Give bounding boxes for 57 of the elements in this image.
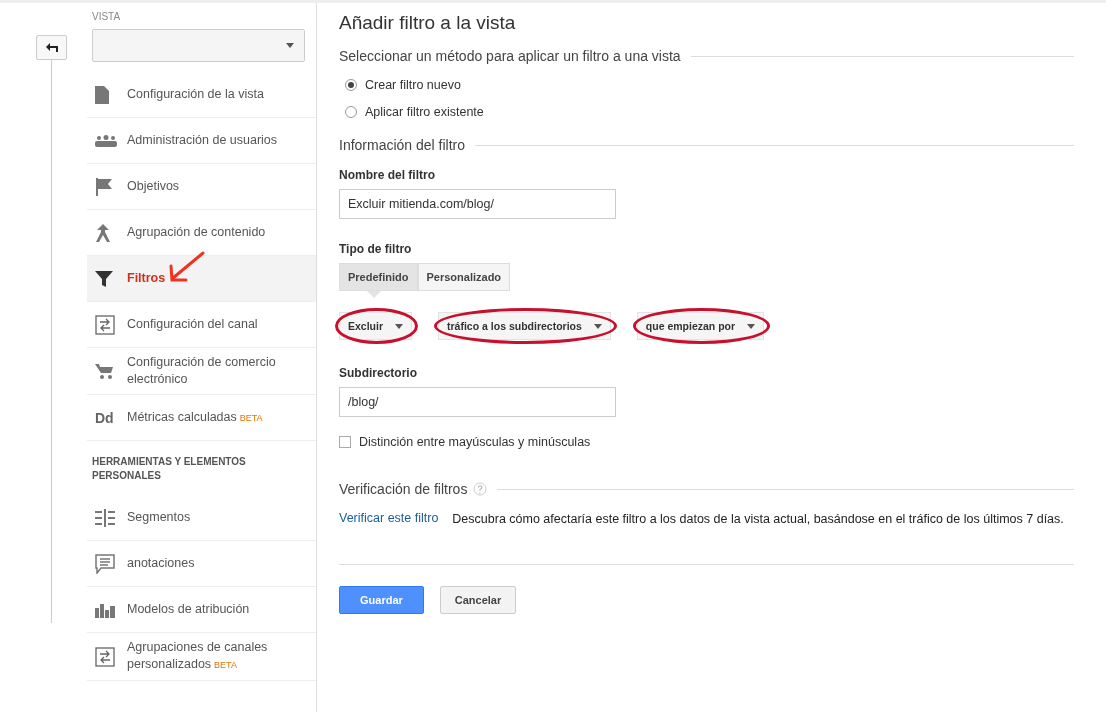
help-icon: [473, 482, 488, 496]
swap-arrows-icon: [95, 646, 115, 667]
swap-arrows-icon: [95, 314, 115, 335]
sidebar-item[interactable]: Objetivos: [87, 164, 316, 210]
document-icon: [95, 85, 109, 104]
caret-icon: [593, 323, 602, 329]
checkbox-option[interactable]: Distinción entre mayúsculas y minúsculas: [339, 435, 1074, 449]
flag-icon: [95, 177, 113, 196]
radio-option[interactable]: Aplicar filtro existente: [345, 105, 1074, 119]
section-heading: HERRAMIENTAS Y ELEMENTOS PERSONALES: [91, 455, 247, 483]
sidebar-item[interactable]: Configuración de la vista: [87, 72, 316, 118]
back-button[interactable]: [36, 35, 67, 60]
sidebar-item[interactable]: Segmentos: [87, 495, 316, 541]
sidebar-item[interactable]: anotaciones: [87, 541, 316, 587]
sidebar-item[interactable]: Dd Métricas calculadas BETA: [87, 395, 316, 441]
filter-type-tab[interactable]: Predefinido: [339, 263, 418, 291]
sidebar-item[interactable]: Filtros: [87, 256, 316, 302]
filter-dropdown[interactable]: tráfico a los subdirectorios: [438, 312, 611, 340]
people-icon: [95, 134, 117, 147]
tab-pointer: [367, 291, 381, 298]
sidebar-item[interactable]: Agrupaciones de canales personalizados BETA: [87, 633, 316, 681]
caret-icon: [395, 323, 404, 329]
sidebar-item[interactable]: Configuración de comercio electrónico: [87, 348, 316, 395]
comment-icon: [95, 553, 115, 574]
section-heading: Información del filtro: [339, 137, 466, 153]
back-arrow-icon: [44, 42, 59, 53]
page-title: Añadir filtro a la vista: [339, 12, 517, 34]
radio-option[interactable]: Crear filtro nuevo: [345, 78, 1074, 92]
field-label: Nombre del filtro: [339, 168, 436, 182]
item-icon-text: Dd: [95, 409, 114, 426]
section-label: VISTA: [92, 11, 122, 22]
caret-icon: [286, 43, 294, 48]
cart-icon: [95, 363, 113, 379]
field-label: Subdirectorio: [339, 366, 418, 380]
sidebar-item[interactable]: Administración de usuarios: [87, 118, 316, 164]
view-dropdown[interactable]: [92, 29, 305, 62]
beta-label: BETA: [239, 412, 263, 423]
verify-filter-link[interactable]: Verificar este filtro: [339, 511, 439, 528]
filter-icon: [95, 270, 113, 287]
filter-dropdown[interactable]: que empiezan por: [636, 312, 765, 340]
segments-icon: [95, 508, 115, 527]
field-label: Tipo de filtro: [339, 242, 413, 256]
bar-chart-icon: [95, 601, 115, 618]
caret-icon: [747, 323, 756, 329]
cancel-button[interactable]: Cancelar: [439, 586, 517, 614]
section-heading: Seleccionar un método para aplicar un filtro a una vista: [339, 48, 681, 64]
verify-description: Descubra cómo afectaría este filtro a los datos de la vista actual, basándose en el tráfico de los últimos 7 días.: [452, 511, 1064, 528]
filter-dropdown[interactable]: Excluir: [339, 312, 413, 340]
filter-type-tab[interactable]: Personalizado: [417, 263, 511, 291]
section-heading: Verificación de filtros: [339, 481, 468, 497]
sidebar-item[interactable]: Configuración del canal: [87, 302, 316, 348]
beta-label: BETA: [214, 660, 237, 670]
merge-arrow-icon: [95, 223, 111, 242]
subdirectory-field[interactable]: /blog/: [339, 387, 616, 417]
filter-name-field[interactable]: Excluir mitienda.com/blog/: [339, 189, 616, 219]
sidebar-item[interactable]: Modelos de atribución: [87, 587, 316, 633]
checkbox[interactable]: [339, 436, 351, 448]
